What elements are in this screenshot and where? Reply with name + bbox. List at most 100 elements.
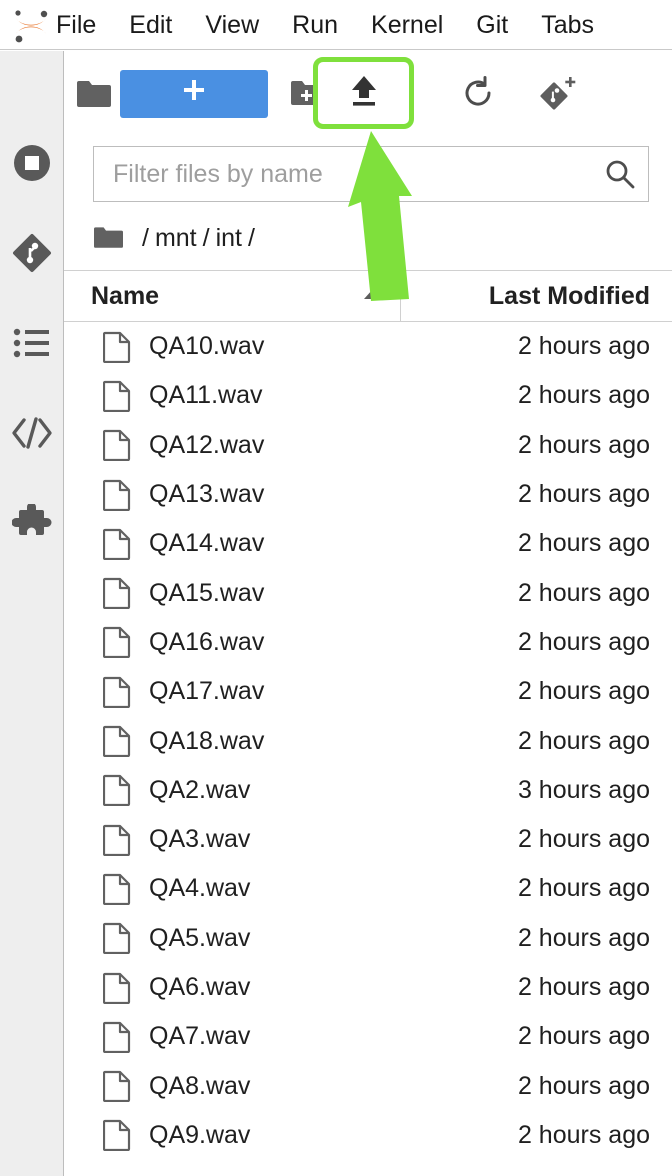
puzzle-piece-icon <box>11 502 52 547</box>
file-icon <box>94 922 140 955</box>
column-header-name[interactable]: Name <box>64 270 401 322</box>
menu-item-tabs[interactable]: Tabs <box>541 0 594 50</box>
file-list-row[interactable]: QA16.wav 2 hours ago <box>64 618 672 667</box>
filter-files-box[interactable] <box>93 146 649 202</box>
file-last-modified: 2 hours ago <box>517 1120 650 1149</box>
file-list-row[interactable]: QA6.wav 2 hours ago <box>64 963 672 1012</box>
git-clone-icon <box>538 74 578 115</box>
file-list-header: Name Last Modified <box>64 270 672 322</box>
search-icon[interactable] <box>592 158 648 190</box>
file-list-row[interactable]: QA15.wav 2 hours ago <box>64 568 672 617</box>
breadcrumb-item-mnt[interactable]: mnt <box>155 224 197 253</box>
file-name: QA4.wav <box>149 874 251 903</box>
file-name: QA10.wav <box>149 332 265 361</box>
new-launcher-button[interactable] <box>120 70 268 118</box>
file-name: QA2.wav <box>149 775 251 804</box>
menu-item-edit[interactable]: Edit <box>129 0 172 50</box>
file-last-modified: 2 hours ago <box>517 430 650 459</box>
sidebar-item-debugger[interactable] <box>0 403 64 467</box>
file-list: QA10.wav 2 hours ago QA11.wav 2 hours ago QA… <box>64 322 672 1176</box>
file-icon <box>94 1021 140 1053</box>
sidebar-item-running-terminals-and-kernels[interactable] <box>0 133 64 197</box>
sidebar-item-extension-manager[interactable] <box>0 493 64 557</box>
file-name: QA17.wav <box>149 677 265 706</box>
file-last-modified: 2 hours ago <box>517 480 650 509</box>
file-name: QA16.wav <box>149 627 265 656</box>
file-icon <box>94 725 140 758</box>
file-name: QA15.wav <box>149 578 265 607</box>
list-icon <box>13 327 51 364</box>
file-last-modified: 2 hours ago <box>517 529 650 558</box>
file-last-modified: 2 hours ago <box>517 381 650 410</box>
refresh-icon <box>461 75 495 113</box>
file-icon <box>94 873 140 905</box>
file-icon <box>94 676 140 708</box>
file-list-row[interactable]: QA10.wav 2 hours ago <box>64 322 672 371</box>
file-icon <box>94 774 140 807</box>
breadcrumb-separator: / <box>142 223 149 252</box>
file-name: QA13.wav <box>149 480 265 509</box>
file-list-row[interactable]: QA4.wav 2 hours ago <box>64 864 672 913</box>
file-last-modified: 2 hours ago <box>517 627 650 656</box>
stop-circle-icon <box>12 143 52 188</box>
breadcrumb-item-int[interactable]: int <box>216 224 242 253</box>
file-icon <box>94 479 140 511</box>
file-list-row[interactable]: QA8.wav 2 hours ago <box>64 1061 672 1110</box>
upload-files-button[interactable] <box>313 57 414 129</box>
file-name: QA6.wav <box>149 973 251 1001</box>
file-name: QA18.wav <box>149 726 265 755</box>
file-name: QA5.wav <box>149 923 251 952</box>
menu-item-git[interactable]: Git <box>476 0 508 50</box>
column-header-last-modified[interactable]: Last Modified <box>401 270 672 322</box>
file-list-row[interactable]: QA18.wav 2 hours ago <box>64 716 672 765</box>
menu-item-file[interactable]: File <box>56 0 96 50</box>
menu-bar: File Edit View Run Kernel Git Tabs <box>0 0 672 50</box>
file-icon <box>94 429 140 462</box>
file-last-modified: 2 hours ago <box>517 923 650 952</box>
sidebar-item-table-of-contents[interactable] <box>0 313 64 377</box>
file-last-modified: 2 hours ago <box>517 677 650 706</box>
file-icon <box>94 331 140 363</box>
file-name: QA14.wav <box>149 529 265 558</box>
upload-icon <box>347 73 381 114</box>
file-list-row[interactable]: QA14.wav 2 hours ago <box>64 519 672 568</box>
file-last-modified: 3 hours ago <box>517 775 650 804</box>
git-clone-button[interactable] <box>529 68 587 120</box>
file-list-row[interactable]: QA2.wav 3 hours ago <box>64 766 672 815</box>
git-diamond-icon <box>11 232 53 279</box>
file-name: QA9.wav <box>149 1120 251 1149</box>
file-name: QA7.wav <box>149 1022 251 1051</box>
file-name: QA12.wav <box>149 430 265 459</box>
filter-files-input[interactable] <box>94 159 592 189</box>
file-icon <box>94 1119 140 1152</box>
breadcrumb-separator: / <box>248 223 255 252</box>
file-list-row[interactable]: QA11.wav 2 hours ago <box>64 371 672 420</box>
file-last-modified: 2 hours ago <box>517 726 650 755</box>
file-list-row[interactable]: QA7.wav 2 hours ago <box>64 1012 672 1061</box>
column-header-last-modified-label: Last Modified <box>488 281 650 310</box>
file-icon <box>94 528 140 560</box>
file-list-row[interactable]: QA3.wav 2 hours ago <box>64 815 672 864</box>
file-list-row[interactable]: QA5.wav 2 hours ago <box>64 914 672 963</box>
file-icon <box>94 972 140 1004</box>
column-header-name-label: Name <box>91 281 160 310</box>
file-last-modified: 2 hours ago <box>517 332 650 361</box>
menu-item-run[interactable]: Run <box>292 0 338 50</box>
code-brackets-icon <box>11 416 53 455</box>
file-last-modified: 2 hours ago <box>517 578 650 607</box>
file-icon <box>94 824 140 856</box>
breadcrumb: / mnt / int / <box>93 218 261 258</box>
file-list-row[interactable]: QA12.wav 2 hours ago <box>64 421 672 470</box>
file-icon <box>94 1070 140 1103</box>
file-icon <box>94 577 140 610</box>
refresh-file-list-button[interactable] <box>449 68 507 120</box>
sidebar-item-git[interactable] <box>0 223 64 287</box>
file-list-row[interactable]: QA13.wav 2 hours ago <box>64 470 672 519</box>
plus-icon <box>181 72 207 116</box>
menu-item-kernel[interactable]: Kernel <box>371 0 443 50</box>
file-list-row[interactable]: QA17.wav 2 hours ago <box>64 667 672 716</box>
menu-item-view[interactable]: View <box>205 0 259 50</box>
file-list-row[interactable]: QA9.wav 2 hours ago <box>64 1111 672 1160</box>
file-last-modified: 2 hours ago <box>517 825 650 854</box>
folder-icon[interactable] <box>93 226 123 250</box>
